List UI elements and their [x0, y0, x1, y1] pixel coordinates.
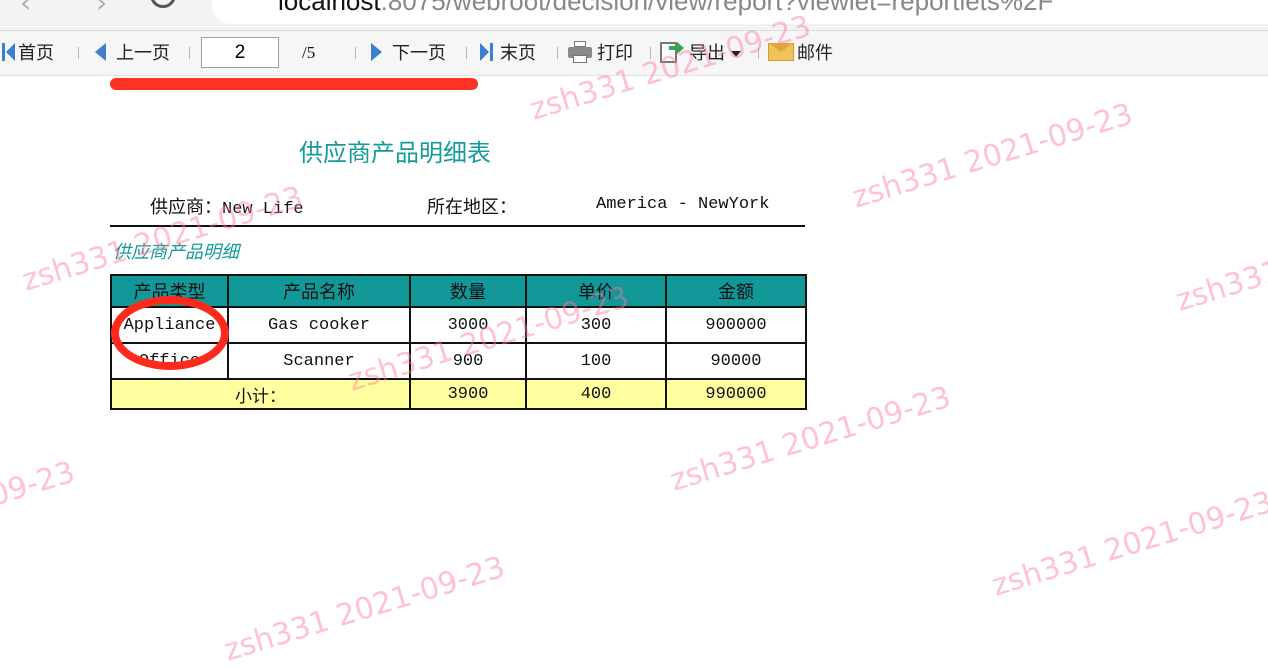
print-label: 打印: [597, 43, 633, 64]
page-number-input[interactable]: [201, 37, 279, 68]
page-total: /5: [302, 43, 316, 62]
column-header: 数量: [409, 274, 527, 308]
subtotal-quantity: 3900: [409, 378, 527, 410]
watermark: zsh331 2021-09-23: [220, 549, 510, 668]
subtotal-price: 400: [525, 378, 667, 410]
print-button[interactable]: 打印: [568, 40, 633, 64]
toolbar-separator: [78, 47, 79, 59]
prev-page-icon: [95, 43, 106, 61]
region-label: 所在地区：: [427, 197, 517, 218]
address-text[interactable]: localhost:8075/webroot/decision/view/rep…: [278, 0, 1053, 17]
prev-page-label: 上一页: [116, 43, 170, 64]
back-icon[interactable]: ‹: [20, 0, 31, 19]
next-page-label: 下一页: [392, 43, 446, 64]
forward-icon[interactable]: ›: [96, 0, 107, 19]
next-page-button[interactable]: 下一页: [371, 40, 446, 64]
watermark: zsh331 2021-09-23: [1172, 200, 1268, 319]
report-title: 供应商产品明细表: [299, 139, 491, 167]
product-type-cell: Office: [110, 342, 229, 380]
last-page-label: 末页: [500, 43, 536, 64]
toolbar-separator: [189, 47, 190, 59]
first-page-button[interactable]: 首页: [2, 40, 54, 64]
first-page-label: 首页: [18, 43, 54, 64]
product-type-cell: Appliance: [110, 306, 229, 344]
prev-page-button[interactable]: 上一页: [95, 40, 170, 64]
next-page-icon: [371, 43, 382, 61]
toolbar-separator: [466, 47, 467, 59]
last-page-button[interactable]: 末页: [480, 40, 536, 64]
product-name-cell: Gas cooker: [227, 306, 411, 344]
subtotal-amount: 990000: [665, 378, 807, 410]
region-value: America - NewYork: [596, 195, 770, 214]
amount-cell: 90000: [665, 342, 807, 380]
first-page-icon: [2, 42, 15, 62]
column-header: 产品名称: [227, 274, 411, 308]
printer-icon: [568, 41, 592, 63]
price-cell: 100: [525, 342, 667, 380]
subtotal-row: 小计： 3900 400 990000: [110, 378, 807, 410]
table-header-row: 产品类型 产品名称 数量 单价 金额: [110, 274, 807, 308]
browser-top-bar: ‹ › localhost:8075/webroot/decision/view…: [0, 0, 1268, 31]
column-header: 金额: [665, 274, 807, 308]
annotation-underline: [110, 78, 478, 90]
reload-icon[interactable]: [150, 0, 176, 8]
watermark: zsh331 2021-09-23: [988, 484, 1268, 604]
column-header: 产品类型: [110, 274, 229, 308]
watermark: zsh331 2021-09-23: [0, 454, 80, 574]
toolbar-separator: [355, 47, 356, 59]
watermark: zsh331 2021-09-23: [848, 96, 1138, 216]
amount-cell: 900000: [665, 306, 807, 344]
toolbar-separator: [557, 47, 558, 59]
last-page-icon: [480, 42, 496, 62]
